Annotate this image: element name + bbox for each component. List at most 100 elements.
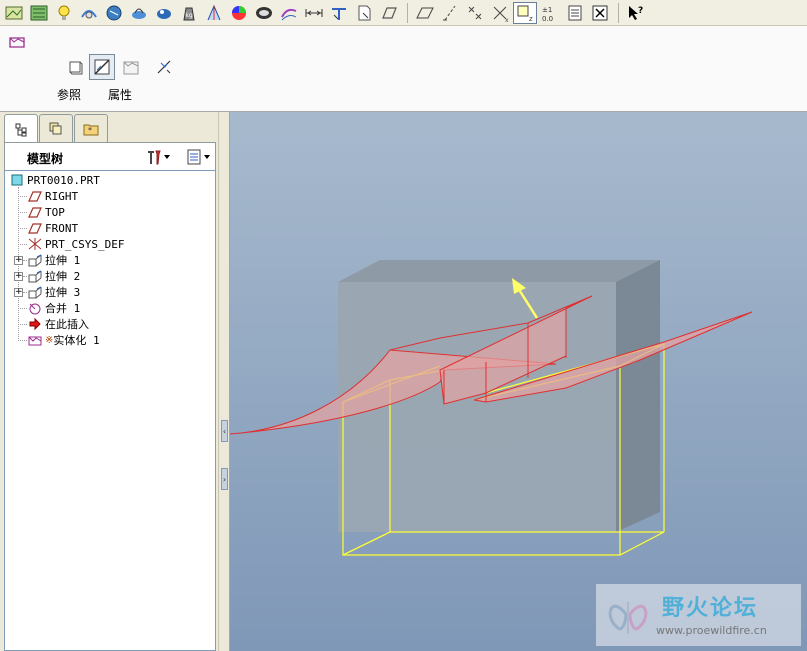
model-tree: PRT0010.PRT RIGHT TOP FRONT PRT_CSYS_DEF… bbox=[4, 170, 216, 651]
tree-connector bbox=[18, 324, 27, 325]
number-icon[interactable]: ±1 0.0 bbox=[538, 2, 562, 24]
tab-properties[interactable]: 属性 bbox=[108, 86, 132, 103]
tab-layers[interactable] bbox=[39, 114, 73, 142]
tree-connector bbox=[18, 340, 27, 341]
svg-text:0.0: 0.0 bbox=[542, 15, 553, 23]
close-window-icon[interactable] bbox=[588, 2, 612, 24]
tree-item-top[interactable]: TOP bbox=[27, 204, 65, 220]
solidify-icon bbox=[27, 332, 43, 348]
tree-item-label: 拉伸 1 bbox=[45, 254, 81, 267]
solid-fill-button[interactable] bbox=[62, 54, 88, 80]
view-manager-icon[interactable] bbox=[352, 2, 376, 24]
tree-item-extrude-3[interactable]: 拉伸 3 bbox=[27, 284, 80, 300]
table-icon[interactable] bbox=[563, 2, 587, 24]
part-icon bbox=[9, 172, 25, 188]
datum-plane-icon bbox=[27, 204, 43, 220]
tab-model-tree[interactable] bbox=[4, 114, 38, 144]
extrude-icon bbox=[27, 268, 43, 284]
extrude-icon bbox=[27, 252, 43, 268]
csys-icon[interactable]: x bbox=[488, 2, 512, 24]
tree-connector bbox=[18, 228, 27, 229]
toolbar-separator bbox=[407, 2, 408, 23]
tab-favorites[interactable]: * bbox=[74, 114, 108, 142]
feature-dashboard: 参照 属性 bbox=[0, 26, 807, 112]
tree-item-insert-here[interactable]: 在此插入 bbox=[27, 316, 89, 332]
tree-settings-dropdown[interactable] bbox=[145, 147, 175, 167]
tree-item-right[interactable]: RIGHT bbox=[27, 188, 78, 204]
measure-icon[interactable] bbox=[302, 2, 326, 24]
spin-center-icon[interactable] bbox=[77, 2, 101, 24]
block-right-face bbox=[616, 260, 660, 532]
svg-text:?: ? bbox=[638, 6, 643, 16]
graphics-viewport[interactable] bbox=[230, 112, 807, 651]
chevron-down-icon bbox=[164, 155, 170, 159]
curvature-icon[interactable] bbox=[227, 2, 251, 24]
tree-show-dropdown[interactable] bbox=[185, 147, 215, 167]
tree-item-label: TOP bbox=[45, 205, 65, 219]
tree-item-label: 拉伸 2 bbox=[45, 270, 81, 283]
tree-item-label: 拉伸 3 bbox=[45, 286, 81, 299]
tree-item-solidify-1[interactable]: ※ 实体化 1 bbox=[27, 332, 100, 348]
sketch-view-icon[interactable] bbox=[327, 2, 351, 24]
cut-edge-bottom bbox=[342, 531, 665, 556]
tree-item-label: RIGHT bbox=[45, 189, 79, 203]
plane-display-icon[interactable] bbox=[27, 2, 51, 24]
svg-text:x: x bbox=[505, 17, 509, 23]
tree-item-front[interactable]: FRONT bbox=[27, 220, 78, 236]
tree-item-label: 实体化 1 bbox=[53, 334, 100, 347]
datum-plane-icon bbox=[27, 220, 43, 236]
svg-text:±1: ±1 bbox=[542, 6, 552, 14]
axis-icon[interactable] bbox=[438, 2, 462, 24]
light-icon[interactable] bbox=[52, 2, 76, 24]
expand-toggle[interactable]: + bbox=[14, 256, 23, 265]
forum-logo-icon bbox=[608, 602, 648, 634]
tree-item-extrude-1[interactable]: 拉伸 1 bbox=[27, 252, 80, 268]
svg-text:z: z bbox=[529, 15, 533, 23]
datum-plane-icon[interactable] bbox=[377, 2, 401, 24]
watermark-url: www.proewildfire.cn bbox=[656, 624, 767, 637]
tree-connector bbox=[18, 196, 27, 197]
chevron-down-icon bbox=[204, 155, 210, 159]
tree-item-part[interactable]: PRT0010.PRT bbox=[9, 172, 100, 188]
flip-direction-button[interactable] bbox=[151, 54, 177, 80]
expand-toggle[interactable]: + bbox=[14, 272, 23, 281]
analysis-icon[interactable] bbox=[202, 2, 226, 24]
whats-this-icon[interactable]: ? bbox=[624, 2, 648, 24]
chevron-right-icon: › bbox=[222, 474, 227, 484]
model-tree-header: 模型树 bbox=[4, 142, 216, 170]
list-icon bbox=[187, 149, 201, 165]
tree-connector bbox=[18, 244, 27, 245]
solidify-feature-icon bbox=[8, 34, 26, 50]
expand-toggle[interactable]: + bbox=[14, 288, 23, 297]
block-top-face bbox=[338, 260, 660, 282]
section-icon[interactable] bbox=[277, 2, 301, 24]
datum-plane-icon bbox=[27, 188, 43, 204]
expand-right-button[interactable]: › bbox=[221, 468, 228, 490]
datum-display-icon[interactable] bbox=[2, 2, 26, 24]
appearance-icon[interactable] bbox=[127, 2, 151, 24]
appearance-editor-icon[interactable] bbox=[152, 2, 176, 24]
tools-icon bbox=[148, 150, 161, 165]
remove-material-button[interactable] bbox=[89, 54, 115, 80]
collapse-left-button[interactable]: ‹ bbox=[221, 420, 228, 442]
model-color-icon[interactable] bbox=[102, 2, 126, 24]
tree-connector bbox=[18, 212, 27, 213]
model-scene bbox=[230, 260, 753, 556]
tab-references[interactable]: 参照 bbox=[57, 86, 81, 103]
point-icon[interactable] bbox=[463, 2, 487, 24]
extrude-icon bbox=[27, 284, 43, 300]
plane-tool-icon[interactable] bbox=[413, 2, 437, 24]
tree-item-merge-1[interactable]: 合并 1 bbox=[27, 300, 80, 316]
tree-item-label: PRT0010.PRT bbox=[27, 173, 100, 187]
shade-icon[interactable] bbox=[252, 2, 276, 24]
new-feature-marker: ※ bbox=[45, 334, 54, 346]
patch-button[interactable] bbox=[118, 54, 144, 80]
csys-icon bbox=[27, 236, 43, 252]
tree-connector bbox=[18, 308, 27, 309]
sketch-icon[interactable]: z bbox=[513, 1, 537, 24]
tree-item-label: 合并 1 bbox=[45, 302, 81, 315]
tree-item-extrude-2[interactable]: 拉伸 2 bbox=[27, 268, 80, 284]
panel-splitter[interactable]: ‹ › bbox=[218, 112, 230, 651]
mass-icon[interactable]: kg bbox=[177, 2, 201, 24]
tree-item-csys[interactable]: PRT_CSYS_DEF bbox=[27, 236, 124, 252]
